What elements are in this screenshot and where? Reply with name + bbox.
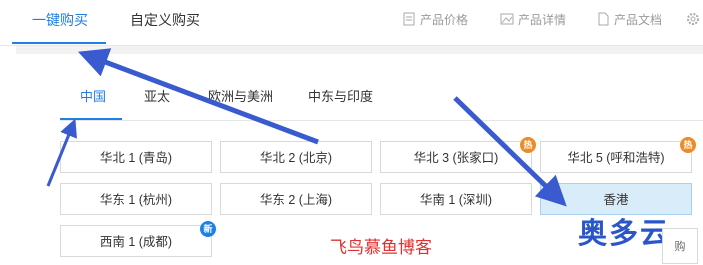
gear-icon	[687, 13, 699, 25]
region-label: 香港	[603, 193, 629, 207]
region-label: 华北 2 (北京)	[259, 151, 333, 165]
section-divider	[16, 46, 703, 54]
tab-middle-east-india[interactable]: 中东与印度	[308, 86, 373, 105]
region-hangzhou[interactable]: 华东 1 (杭州)	[60, 183, 212, 215]
region-label: 华南 1 (深圳)	[419, 193, 493, 207]
region-beijing[interactable]: 华北 2 (北京)	[220, 141, 372, 173]
region-label: 华北 3 (张家口)	[413, 151, 499, 165]
region-chengdu[interactable]: 西南 1 (成都) 新	[60, 221, 216, 257]
brand-watermark: 奥多云	[578, 216, 672, 250]
region-label: 西南 1 (成都)	[99, 235, 173, 249]
image-icon	[500, 13, 514, 25]
hot-badge: 热	[520, 137, 536, 153]
tab-custom-buy[interactable]: 自定义购买	[130, 0, 200, 45]
region-shanghai[interactable]: 华东 2 (上海)	[220, 183, 372, 215]
product-detail-link[interactable]: 产品详情	[500, 11, 566, 29]
active-tab-underline	[12, 42, 106, 44]
side-buy-widget[interactable]: 购	[662, 228, 698, 264]
product-docs-label: 产品文档	[614, 13, 663, 27]
tab-one-click-buy[interactable]: 一键购买	[32, 0, 88, 45]
region-qingdao[interactable]: 华北 1 (青岛)	[60, 141, 212, 173]
region-label: 华东 2 (上海)	[259, 193, 333, 207]
tab-europe-americas[interactable]: 欧洲与美洲	[208, 86, 273, 105]
product-detail-label: 产品详情	[518, 13, 567, 27]
product-price-label: 产品价格	[420, 13, 469, 27]
region-label: 华北 1 (青岛)	[99, 151, 173, 165]
document-icon	[598, 12, 609, 26]
product-price-link[interactable]: 产品价格	[402, 11, 468, 29]
region-label: 华北 5 (呼和浩特)	[567, 151, 665, 165]
tab-asia-pacific[interactable]: 亚太	[144, 86, 170, 105]
region-hohhot[interactable]: 华北 5 (呼和浩特) 热	[540, 137, 696, 173]
region-label: 华东 1 (杭州)	[99, 193, 173, 207]
blog-watermark: 飞鸟慕鱼博客	[330, 238, 432, 258]
region-zhangjiakou[interactable]: 华北 3 (张家口) 热	[380, 137, 536, 173]
hot-badge: 热	[680, 137, 696, 153]
region-tab-bar: 中国 亚太 欧洲与美洲 中东与印度	[60, 80, 703, 121]
top-tab-bar: 一键购买 自定义购买 产品价格 产品详情 产品文档	[0, 0, 703, 46]
region-shenzhen[interactable]: 华南 1 (深圳)	[380, 183, 532, 215]
settings-link[interactable]	[686, 11, 703, 29]
active-region-underline	[60, 118, 122, 120]
tab-china[interactable]: 中国	[80, 86, 106, 105]
new-badge: 新	[200, 221, 216, 237]
price-doc-icon	[403, 12, 415, 26]
product-docs-link[interactable]: 产品文档	[596, 11, 662, 29]
